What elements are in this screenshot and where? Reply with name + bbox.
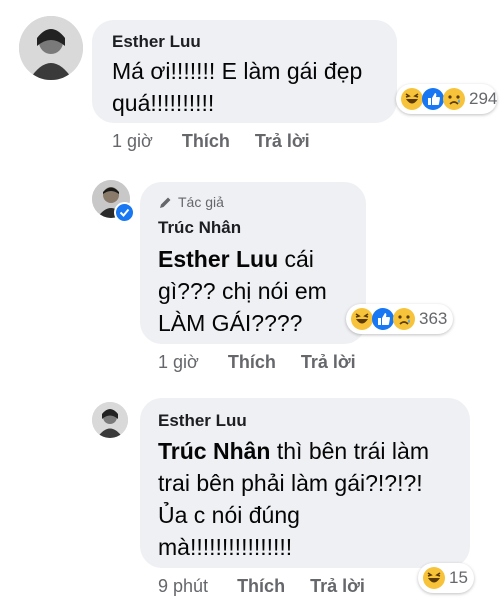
reaction-summary[interactable]: 294 xyxy=(396,84,498,114)
comment-text: Trúc Nhân thì bên trái làm trai bên phải… xyxy=(158,435,429,563)
comment-text-line: mà!!!!!!!!!!!!!!!! xyxy=(158,534,293,560)
comment-text-line: trai bên phải làm gái?!?!?! xyxy=(158,470,423,496)
comment-actions: 9 phút Thích Trả lời xyxy=(158,576,365,597)
comment-author[interactable]: Esther Luu xyxy=(158,411,247,431)
comment-text: Má ơi!!!!!!! E làm gái đẹp quá!!!!!!!!!! xyxy=(112,55,362,119)
mention-link[interactable]: Esther Luu xyxy=(158,246,278,272)
avatar-esther-luu[interactable] xyxy=(92,402,128,438)
avatar-image xyxy=(92,402,128,438)
comment-time[interactable]: 9 phút xyxy=(158,576,208,597)
comment-time[interactable]: 1 giờ xyxy=(112,131,153,152)
reaction-count: 363 xyxy=(419,309,448,328)
reaction-summary[interactable]: 363 xyxy=(346,304,454,334)
author-tag-label: Tác giả xyxy=(178,194,224,210)
comment-author[interactable]: Trúc Nhân xyxy=(158,218,241,238)
avatar-image xyxy=(19,16,83,80)
reaction-count: 15 xyxy=(449,568,468,587)
author-tag: Tác giả xyxy=(158,194,224,210)
sad-icon xyxy=(393,308,415,330)
reply-button[interactable]: Trả lời xyxy=(255,131,310,152)
reply-button[interactable]: Trả lời xyxy=(301,352,356,373)
comment-actions: 1 giờ Thích Trả lời xyxy=(158,352,356,373)
comment-time[interactable]: 1 giờ xyxy=(158,352,199,373)
comment-text-line: quá!!!!!!!!!! xyxy=(112,90,215,116)
like-button[interactable]: Thích xyxy=(182,131,230,152)
like-button[interactable]: Thích xyxy=(237,576,285,597)
pencil-icon xyxy=(160,197,171,208)
comment-text-line: Ủa c nói đúng xyxy=(158,502,300,528)
comment-text-line: gì??? chị nói em xyxy=(158,278,327,304)
comment-text-line: Esther Luu cái xyxy=(158,246,314,272)
like-button[interactable]: Thích xyxy=(228,352,276,373)
reaction-summary[interactable]: 15 xyxy=(418,563,474,593)
comment-text-line: Trúc Nhân thì bên trái làm xyxy=(158,438,429,464)
comment-actions: 1 giờ Thích Trả lời xyxy=(112,131,310,152)
verified-badge-icon xyxy=(114,202,135,223)
mention-link[interactable]: Trúc Nhân xyxy=(158,438,270,464)
comment-text-line: Má ơi!!!!!!! E làm gái đẹp xyxy=(112,58,363,84)
comment-author[interactable]: Esther Luu xyxy=(112,32,201,52)
sad-icon xyxy=(443,88,465,110)
reaction-count: 294 xyxy=(469,89,498,108)
avatar-esther-luu[interactable] xyxy=(19,16,83,80)
comment-text-line: LÀM GÁI???? xyxy=(158,310,303,336)
reply-button[interactable]: Trả lời xyxy=(310,576,365,597)
comment-text: Esther Luu cái gì??? chị nói em LÀM GÁI?… xyxy=(158,243,327,339)
haha-icon xyxy=(423,567,445,589)
